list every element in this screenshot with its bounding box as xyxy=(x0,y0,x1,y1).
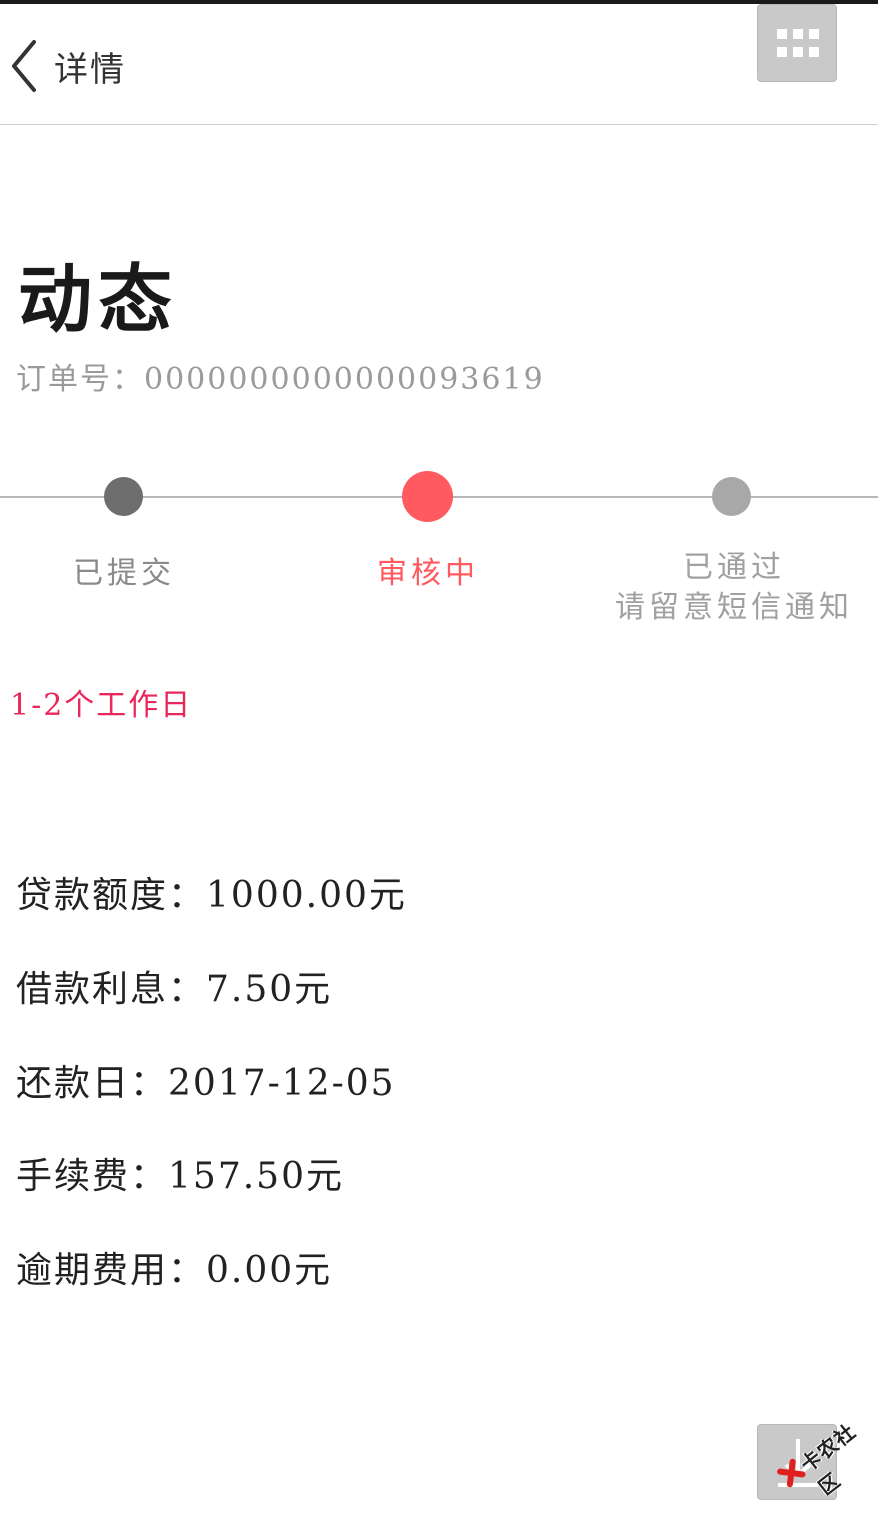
detail-label: 还款日： xyxy=(16,1063,169,1104)
detail-label: 手续费： xyxy=(16,1156,169,1197)
app-header: 详情 xyxy=(0,4,878,125)
detail-value: 0.00元 xyxy=(206,1250,333,1291)
review-duration: 1-2个工作日 xyxy=(10,688,193,723)
page-title: 详情 xyxy=(54,50,126,90)
detail-value: 1000.00元 xyxy=(206,875,407,916)
order-label: 订单号： xyxy=(16,362,144,397)
menu-button[interactable] xyxy=(757,4,837,82)
detail-value: 2017-12-05 xyxy=(168,1063,396,1104)
order-number: 0000000000000093619 xyxy=(144,362,545,397)
detail-label: 贷款额度： xyxy=(16,875,207,916)
detail-value: 157.50元 xyxy=(168,1156,344,1197)
grid-menu-icon xyxy=(777,29,819,57)
step-dot-reviewing xyxy=(402,471,453,522)
detail-row-overdue-fee: 逾期费用：0.00元 xyxy=(16,1241,332,1293)
detail-row-interest: 借款利息：7.50元 xyxy=(16,960,332,1012)
detail-row-loan-amount: 贷款额度：1000.00元 xyxy=(16,866,407,918)
step-dot-submitted xyxy=(104,477,143,516)
step-label-approved: 已通过 xyxy=(683,550,785,585)
chevron-left-icon xyxy=(12,40,36,92)
step-label-submitted: 已提交 xyxy=(73,556,175,591)
detail-label: 借款利息： xyxy=(16,969,207,1010)
detail-label: 逾期费用： xyxy=(16,1250,207,1291)
detail-value: 7.50元 xyxy=(206,969,333,1010)
detail-row-repayment-date: 还款日：2017-12-05 xyxy=(16,1054,396,1106)
step-dot-approved xyxy=(712,477,751,516)
detail-row-service-fee: 手续费：157.50元 xyxy=(16,1147,344,1199)
back-button[interactable] xyxy=(8,38,48,94)
step-label-reviewing: 审核中 xyxy=(377,556,479,591)
step-label-approved-group: 已通过 请留意短信通知 xyxy=(600,548,868,628)
watermark-text: 卡农社区 xyxy=(795,1419,861,1500)
order-number-row: 订单号：0000000000000093619 xyxy=(16,354,545,398)
status-heading: 动态 xyxy=(18,257,178,343)
step-sublabel-approved: 请留意短信通知 xyxy=(615,590,853,625)
